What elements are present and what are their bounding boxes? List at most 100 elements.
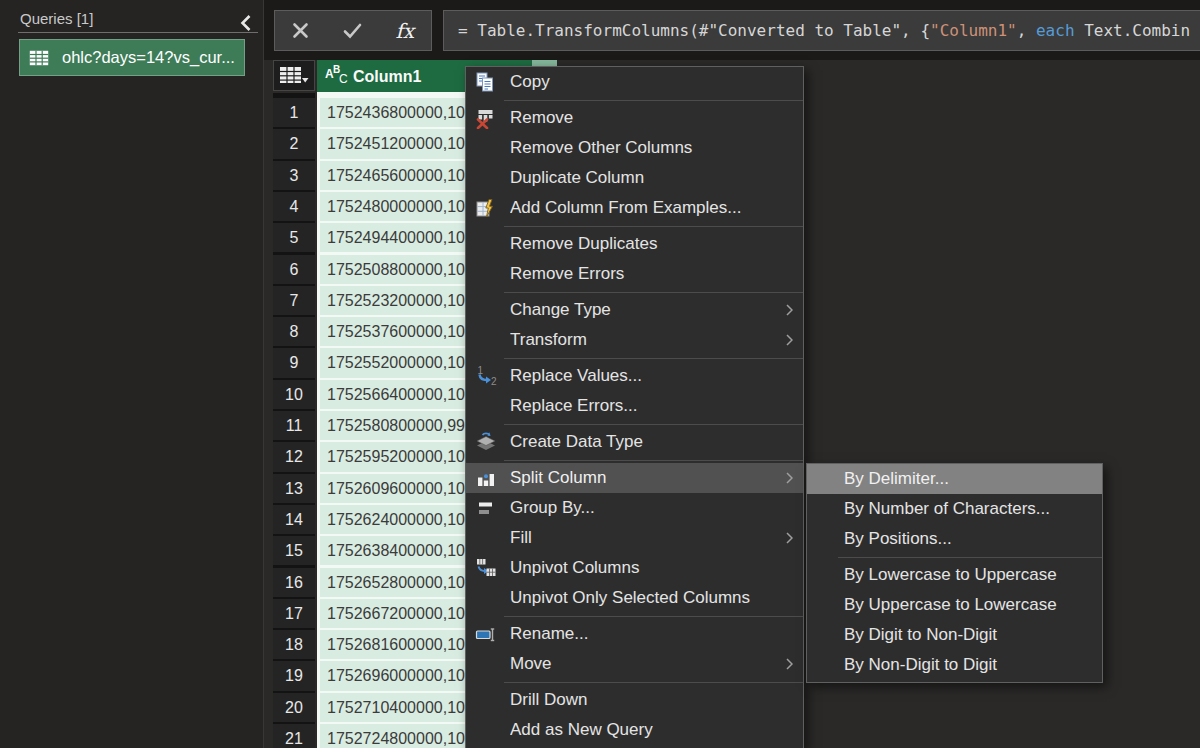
- row-number[interactable]: 2: [273, 129, 315, 158]
- row-number[interactable]: 10: [273, 380, 315, 409]
- row-number[interactable]: 7: [273, 286, 315, 315]
- menu-item-by-non-digit-to-digit[interactable]: By Non-Digit to Digit: [807, 650, 1102, 680]
- menu-item-drill-down[interactable]: Drill Down: [466, 685, 803, 715]
- query-item-label: ohlc?days=14?vs_cur...: [62, 48, 235, 67]
- menu-item-duplicate-column[interactable]: Duplicate Column: [466, 163, 803, 193]
- row-number[interactable]: 11: [273, 411, 315, 440]
- formula-text: = Table.TransformColumns(#"Converted to …: [444, 11, 1200, 50]
- menu-item-remove-duplicates[interactable]: Remove Duplicates: [466, 229, 803, 259]
- menu-item-transform[interactable]: Transform: [466, 325, 803, 355]
- table-select-all-button[interactable]: [273, 60, 315, 91]
- menu-item-label: Remove Errors: [510, 264, 803, 284]
- menu-item-by-number-of-characters[interactable]: By Number of Characters...: [807, 494, 1102, 524]
- menu-item-label: Replace Errors...: [510, 396, 803, 416]
- row-number[interactable]: 18: [273, 630, 315, 659]
- menu-item-unpivot-only-selected-columns[interactable]: Unpivot Only Selected Columns: [466, 583, 803, 613]
- menu-item-label: By Digit to Non-Digit: [807, 625, 1102, 645]
- svg-text:2: 2: [491, 376, 497, 387]
- menu-item-label: Remove: [510, 108, 803, 128]
- menu-item-label: Rename...: [510, 624, 803, 644]
- menu-item-remove[interactable]: Remove: [466, 103, 803, 133]
- menu-item-label: Change Type: [510, 300, 786, 320]
- menu-item-label: Replace Values...: [510, 366, 803, 386]
- menu-separator: [504, 682, 803, 683]
- row-number[interactable]: 4: [273, 192, 315, 221]
- column-context-menu: Copy Remove Remove Other Columns Duplicate…: [465, 66, 804, 748]
- cancel-formula-icon[interactable]: [292, 22, 309, 39]
- menu-item-create-data-type[interactable]: Create Data Type: [466, 427, 803, 457]
- query-table-icon: [29, 50, 49, 66]
- copy-icon: [475, 72, 496, 93]
- menu-separator: [838, 557, 1102, 558]
- menu-item-label: Unpivot Columns: [510, 558, 803, 578]
- row-number[interactable]: 13: [273, 474, 315, 503]
- row-number[interactable]: 5: [273, 223, 315, 252]
- split-column-icon: [475, 468, 496, 489]
- menu-item-change-type[interactable]: Change Type: [466, 295, 803, 325]
- menu-item-by-positions[interactable]: By Positions...: [807, 524, 1102, 554]
- row-number[interactable]: 20: [273, 693, 315, 722]
- menu-item-group-by[interactable]: Group By...: [466, 493, 803, 523]
- query-item-ohlc[interactable]: ohlc?days=14?vs_cur...: [19, 39, 245, 76]
- remove-column-icon: [475, 108, 496, 129]
- menu-item-split-column[interactable]: Split Column: [466, 463, 803, 493]
- row-number[interactable]: 19: [273, 661, 315, 690]
- menu-item-label: Split Column: [510, 468, 786, 488]
- menu-item-remove-errors[interactable]: Remove Errors: [466, 259, 803, 289]
- commit-formula-icon[interactable]: [343, 23, 362, 39]
- menu-item-icon-slot: [466, 108, 510, 129]
- menu-item-label: By Positions...: [807, 529, 1102, 549]
- row-number[interactable]: 21: [273, 724, 315, 748]
- unpivot-columns-icon: [475, 557, 497, 579]
- formula-segment: = Table.TransformColumns(#"Converted to …: [458, 21, 930, 40]
- row-number[interactable]: 16: [273, 568, 315, 597]
- submenu-arrow-icon: [786, 472, 793, 484]
- row-number[interactable]: 17: [273, 599, 315, 628]
- menu-item-copy[interactable]: Copy: [466, 67, 803, 97]
- row-number[interactable]: 6: [273, 255, 315, 284]
- row-number[interactable]: 14: [273, 505, 315, 534]
- menu-item-icon-slot: [466, 623, 510, 645]
- menu-item-icon-slot: [466, 557, 510, 579]
- row-number[interactable]: 1: [273, 98, 315, 127]
- row-number[interactable]: 15: [273, 536, 315, 565]
- menu-item-add-as-new-query[interactable]: Add as New Query: [466, 715, 803, 745]
- menu-item-add-column-from-examples[interactable]: Add Column From Examples...: [466, 193, 803, 223]
- row-number[interactable]: 3: [273, 161, 315, 190]
- menu-item-label: Drill Down: [510, 690, 803, 710]
- menu-item-label: Move: [510, 654, 786, 674]
- menu-item-replace-values[interactable]: 1 2 Replace Values...: [466, 361, 803, 391]
- menu-item-by-delimiter[interactable]: By Delimiter...: [807, 464, 1102, 494]
- menu-separator: [504, 460, 803, 461]
- menu-item-unpivot-columns[interactable]: Unpivot Columns: [466, 553, 803, 583]
- queries-panel-title: Queries [1]: [20, 10, 93, 27]
- menu-item-label: Add as New Query: [510, 720, 803, 740]
- menu-item-rename[interactable]: Rename...: [466, 619, 803, 649]
- menu-item-icon-slot: [466, 431, 510, 453]
- row-number[interactable]: 8: [273, 317, 315, 346]
- menu-item-replace-errors[interactable]: Replace Errors...: [466, 391, 803, 421]
- menu-item-move[interactable]: Move: [466, 649, 803, 679]
- menu-separator: [504, 226, 803, 227]
- menu-item-label: Remove Other Columns: [510, 138, 803, 158]
- submenu-arrow-icon: [786, 532, 793, 544]
- row-number[interactable]: 9: [273, 348, 315, 377]
- menu-item-label: By Number of Characters...: [807, 499, 1102, 519]
- menu-item-icon-slot: 1 2: [466, 365, 510, 387]
- menu-item-label: Remove Duplicates: [510, 234, 803, 254]
- menu-item-remove-other-columns[interactable]: Remove Other Columns: [466, 133, 803, 163]
- menu-item-fill[interactable]: Fill: [466, 523, 803, 553]
- create-data-type-icon: [475, 431, 497, 453]
- menu-item-label: Duplicate Column: [510, 168, 803, 188]
- formula-input[interactable]: = Table.TransformColumns(#"Converted to …: [443, 10, 1200, 51]
- row-number[interactable]: 12: [273, 442, 315, 471]
- submenu-arrow-icon: [786, 304, 793, 316]
- menu-item-label: By Delimiter...: [807, 469, 1102, 489]
- fx-icon[interactable]: fx: [395, 19, 414, 43]
- menu-item-label: Copy: [510, 72, 803, 92]
- menu-item-icon-slot: [466, 468, 510, 489]
- menu-item-by-lowercase-to-uppercase[interactable]: By Lowercase to Uppercase: [807, 560, 1102, 590]
- menu-item-by-uppercase-to-lowercase[interactable]: By Uppercase to Lowercase: [807, 590, 1102, 620]
- menu-item-by-digit-to-non-digit[interactable]: By Digit to Non-Digit: [807, 620, 1102, 650]
- formula-segment: Text.Combin: [1075, 21, 1191, 40]
